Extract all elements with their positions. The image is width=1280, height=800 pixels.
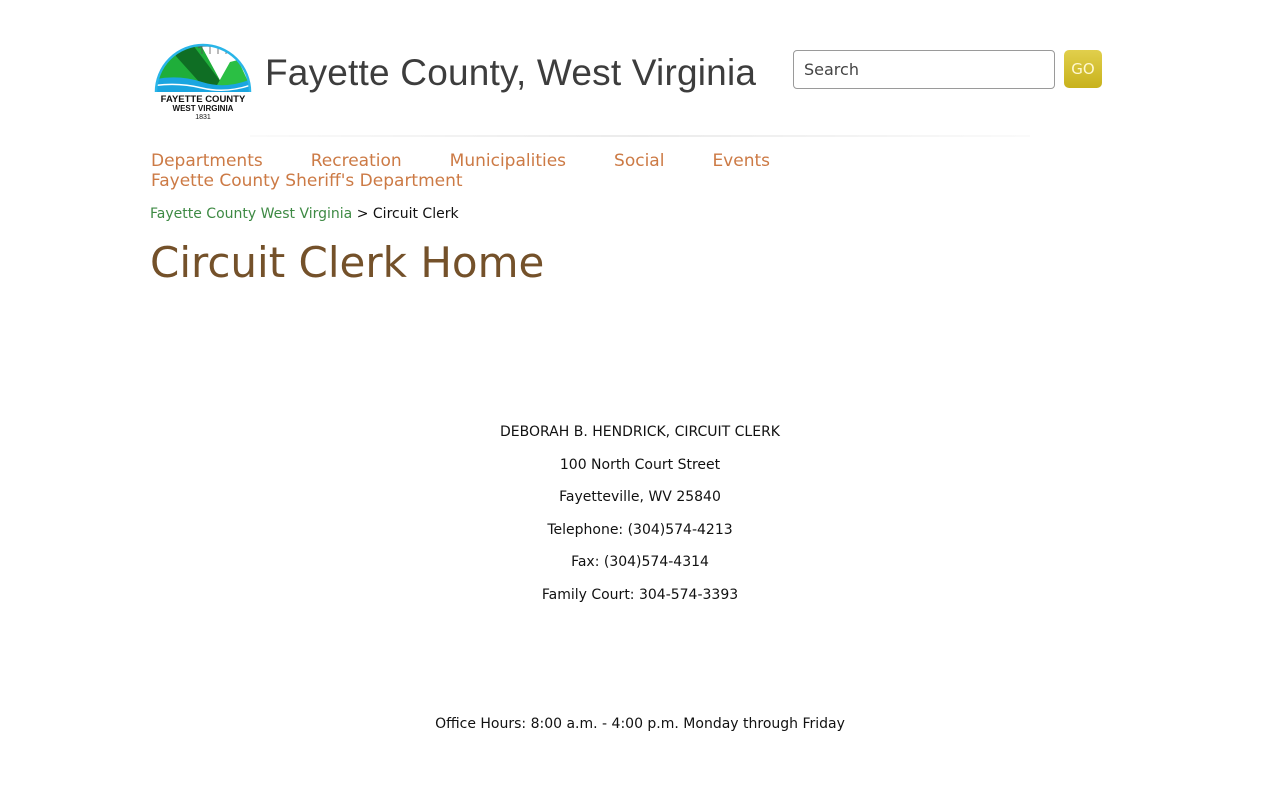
nav-item-events[interactable]: Events bbox=[712, 151, 770, 171]
contact-info: DEBORAH B. HENDRICK, CIRCUIT CLERK 100 N… bbox=[0, 423, 1280, 618]
breadcrumb-separator: > bbox=[356, 206, 369, 222]
city-state-zip: Fayetteville, WV 25840 bbox=[559, 489, 721, 505]
svg-text:1831: 1831 bbox=[195, 114, 211, 121]
search-go-button[interactable]: GO bbox=[1064, 50, 1102, 88]
breadcrumb-current: Circuit Clerk bbox=[372, 206, 459, 222]
county-seal-logo[interactable]: FAYETTE COUNTY WEST VIRGINIA 1831 bbox=[152, 24, 254, 122]
main-nav: Departments Recreation Municipalities Socia… bbox=[151, 151, 851, 191]
svg-text:WEST VIRGINIA: WEST VIRGINIA bbox=[173, 104, 234, 113]
header-divider bbox=[250, 135, 1030, 137]
nav-item-recreation[interactable]: Recreation bbox=[311, 151, 402, 171]
office-hours: Office Hours: 8:00 a.m. - 4:00 p.m. Mond… bbox=[435, 716, 845, 732]
clerk-name: DEBORAH B. HENDRICK, CIRCUIT CLERK bbox=[500, 424, 780, 440]
county-seal-icon: FAYETTE COUNTY WEST VIRGINIA 1831 bbox=[154, 43, 252, 121]
search-input[interactable] bbox=[793, 50, 1055, 89]
site-title[interactable]: Fayette County, West Virginia bbox=[265, 52, 756, 94]
fax: Fax: (304)574-4314 bbox=[571, 554, 709, 570]
breadcrumb: Fayette County West Virginia > Circuit C… bbox=[150, 206, 459, 222]
site-header: FAYETTE COUNTY WEST VIRGINIA 1831 Fayett… bbox=[0, 0, 1280, 140]
nav-item-municipalities[interactable]: Municipalities bbox=[450, 151, 566, 171]
street-address: 100 North Court Street bbox=[559, 456, 721, 473]
nav-item-sheriffs-department[interactable]: Fayette County Sheriff's Department bbox=[151, 171, 851, 191]
family-court-phone: Family Court: 304-574-3393 bbox=[541, 586, 739, 603]
page-title: Circuit Clerk Home bbox=[150, 238, 545, 287]
nav-item-social[interactable]: Social bbox=[614, 151, 664, 171]
breadcrumb-home-link[interactable]: Fayette County West Virginia bbox=[150, 206, 352, 222]
nav-item-departments[interactable]: Departments bbox=[151, 151, 263, 171]
telephone: Telephone: (304)574-4213 bbox=[547, 521, 733, 538]
